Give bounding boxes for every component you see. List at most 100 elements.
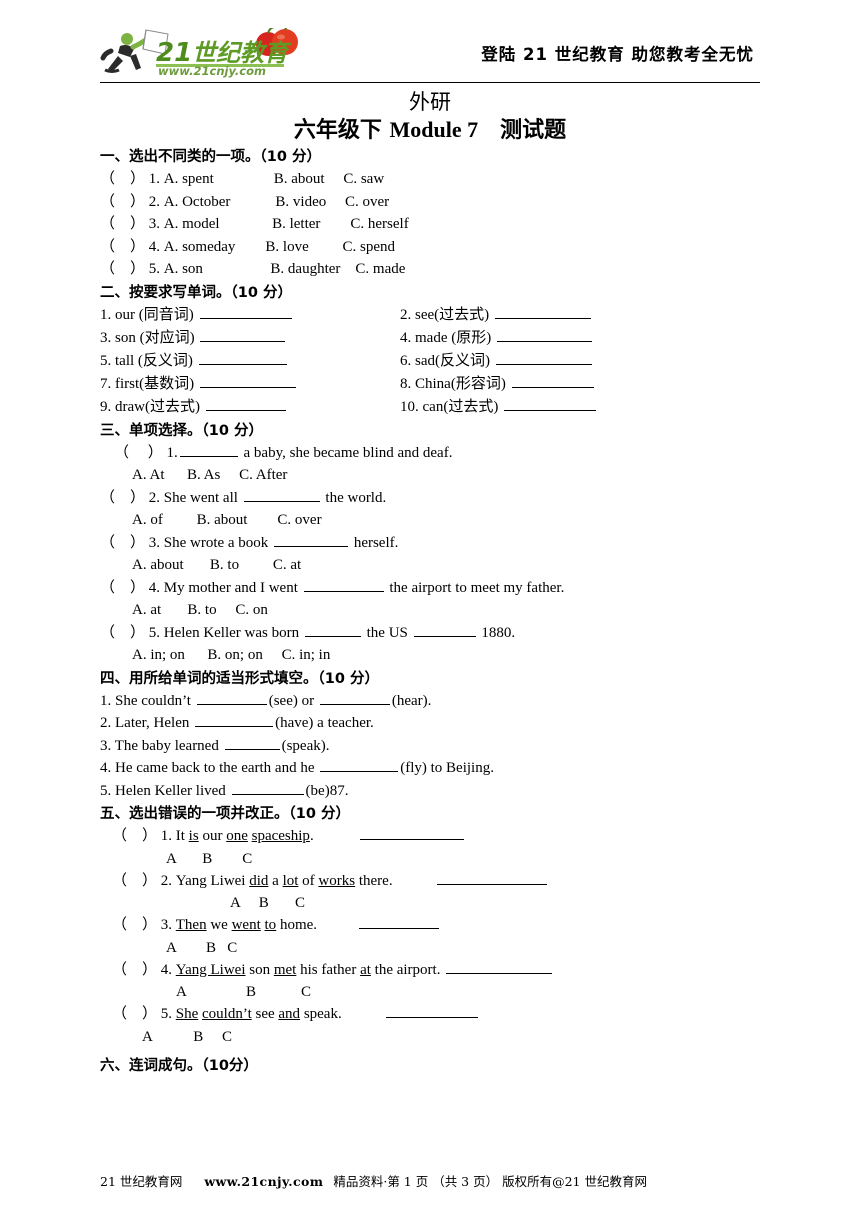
answer-blank[interactable]	[320, 757, 399, 772]
answer-blank[interactable]	[196, 690, 267, 705]
mcq-stem-mid: the US	[362, 624, 412, 641]
underlined-choice[interactable]: Yang Liwei	[176, 962, 246, 978]
title-line-main: 六年级下 Module 7 测试题	[100, 115, 760, 145]
answer-blank[interactable]	[303, 577, 384, 592]
answer-blank[interactable]	[199, 304, 292, 319]
footer-url[interactable]: www.21cnjy.com	[204, 1174, 323, 1189]
mcq-options[interactable]: A. about B. to C. at	[100, 554, 760, 577]
answer-blank[interactable]	[200, 327, 286, 342]
answer-blank[interactable]	[304, 622, 361, 637]
answer-blank[interactable]	[179, 442, 238, 457]
answer-blank[interactable]	[494, 304, 591, 319]
plain-text: speak.	[300, 1006, 342, 1022]
header-divider	[100, 82, 760, 83]
mcq-stem-post: the world.	[321, 489, 387, 506]
fill-blank-item: 5. Helen Keller lived (be)87.	[100, 780, 760, 803]
footer-site: 21 世纪教育网	[100, 1174, 183, 1189]
underlined-choice[interactable]: couldn’t	[202, 1006, 252, 1022]
answer-blank[interactable]	[274, 532, 349, 547]
error-choice-letters: A B C	[166, 850, 253, 867]
error-choice-letters: A B C	[176, 984, 312, 1000]
underlined-choice[interactable]: to	[265, 917, 277, 933]
word-hint: (同音词)	[138, 306, 194, 323]
fill-blank-item: 1. She couldn’t (see) or (hear).	[100, 690, 760, 713]
answer-blank[interactable]	[359, 825, 464, 840]
mcq-options[interactable]: A. in; on B. on; on C. in; in	[100, 644, 760, 667]
word-hint: (基数词)	[139, 375, 195, 392]
section-3: 三、单项选择。（10 分） （ ） 1. a baby, she became …	[100, 421, 760, 667]
underlined-choice[interactable]: one	[226, 828, 248, 844]
answer-blank[interactable]	[224, 735, 280, 750]
answer-blank[interactable]	[504, 396, 597, 411]
word-form-item: 2. see(过去式)	[400, 304, 760, 327]
sentence-post: (be)87.	[305, 782, 349, 799]
underlined-choice[interactable]: went	[232, 917, 261, 933]
fill-blank-item: 4. He came back to the earth and he (fly…	[100, 757, 760, 780]
answer-blank[interactable]	[495, 350, 592, 365]
mcq-options[interactable]: A. at B. to C. on	[100, 599, 760, 622]
word-hint: (形容词)	[450, 375, 506, 392]
word-form-item: 4. made (原形)	[400, 327, 760, 350]
section-3-heading: 三、单项选择。（10 分）	[100, 422, 263, 439]
answer-blank[interactable]	[198, 350, 287, 365]
section-5-heading: 五、选出错误的一项并改正。（10 分）	[100, 806, 350, 822]
section-1-item: （ ） 3. A. model B. letter C. herself	[100, 216, 409, 232]
answer-blank[interactable]	[243, 487, 320, 502]
word-number-and-word: 2. see	[400, 306, 435, 323]
answer-blank[interactable]	[319, 690, 390, 705]
word-number-and-word: 1. our	[100, 306, 139, 323]
underlined-choice[interactable]: She	[176, 1006, 199, 1022]
mcq-stem-pre: （ ） 2. She went all	[100, 489, 242, 506]
word-hint: (对应词)	[139, 329, 195, 346]
section-4-list: 1. She couldn’t (see) or (hear). 2. Later…	[100, 690, 760, 803]
sentence-pre: 3. The baby learned	[100, 737, 223, 754]
underlined-choice[interactable]: spaceship	[252, 828, 310, 844]
underlined-choice[interactable]: Then	[176, 917, 207, 933]
error-correction-item: （ ） 1. It is our one spaceship.	[100, 825, 760, 848]
answer-blank[interactable]	[199, 373, 296, 388]
underlined-choice[interactable]: works	[318, 873, 355, 889]
underlined-choice[interactable]: and	[278, 1006, 300, 1022]
answer-blank[interactable]	[413, 622, 476, 637]
answer-blank[interactable]	[195, 712, 274, 727]
plain-text: a	[268, 872, 283, 889]
answer-blank[interactable]	[496, 327, 592, 342]
answer-blank[interactable]	[511, 373, 594, 388]
mcq-question: （ ） 2. She went all the world.	[100, 487, 760, 510]
underlined-choice[interactable]: lot	[283, 873, 299, 889]
word-form-item: 10. can(过去式)	[400, 396, 760, 419]
underlined-choice[interactable]: at	[360, 962, 371, 978]
plain-text: we	[206, 917, 232, 933]
sentence-post: (hear).	[391, 692, 432, 709]
plain-text: home.	[276, 917, 318, 933]
item-prefix: （ ） 3.	[112, 917, 176, 933]
word-number-and-word: 7. first	[100, 375, 140, 392]
word-number-and-word: 6. sad	[400, 352, 435, 369]
mcq-options[interactable]: A. At B. As C. After	[100, 464, 760, 487]
section-1: 一、选出不同类的一项。（10 分） （ ） 1. A. spent B. abo…	[100, 147, 760, 281]
answer-blank[interactable]	[385, 1003, 478, 1018]
underlined-choice[interactable]: did	[249, 873, 268, 889]
word-form-item: 7. first(基数词)	[100, 373, 400, 396]
mcq-stem-pre: （ ） 5. Helen Keller was born	[100, 624, 303, 641]
plain-text: our	[198, 828, 227, 844]
mcq-options[interactable]: A. of B. about C. over	[100, 509, 760, 532]
underlined-choice[interactable]: is	[189, 828, 199, 844]
answer-blank[interactable]	[359, 914, 440, 929]
section-1-item: （ ） 4. A. someday B. love C. spend	[100, 238, 395, 255]
answer-blank[interactable]	[231, 780, 304, 795]
answer-blank[interactable]	[436, 870, 547, 885]
page-title: 外研 六年级下 Module 7 测试题	[100, 89, 760, 145]
section-4: 四、用所给单词的适当形式填空。（10 分） 1. She couldn’t (s…	[100, 669, 760, 803]
section-3-list: （ ） 1. a baby, she became blind and deaf…	[100, 442, 760, 667]
header-slogan: 登陆 21 世纪教育 助您教考全无忧	[481, 45, 754, 64]
answer-blank[interactable]	[205, 396, 286, 411]
section-1-item: （ ） 5. A. son B. daughter C. made	[100, 261, 406, 277]
underlined-choice[interactable]: met	[274, 962, 297, 978]
item-prefix: （ ） 4.	[112, 961, 176, 978]
error-choice-letters: A B C	[166, 939, 238, 956]
answer-blank[interactable]	[446, 959, 553, 974]
